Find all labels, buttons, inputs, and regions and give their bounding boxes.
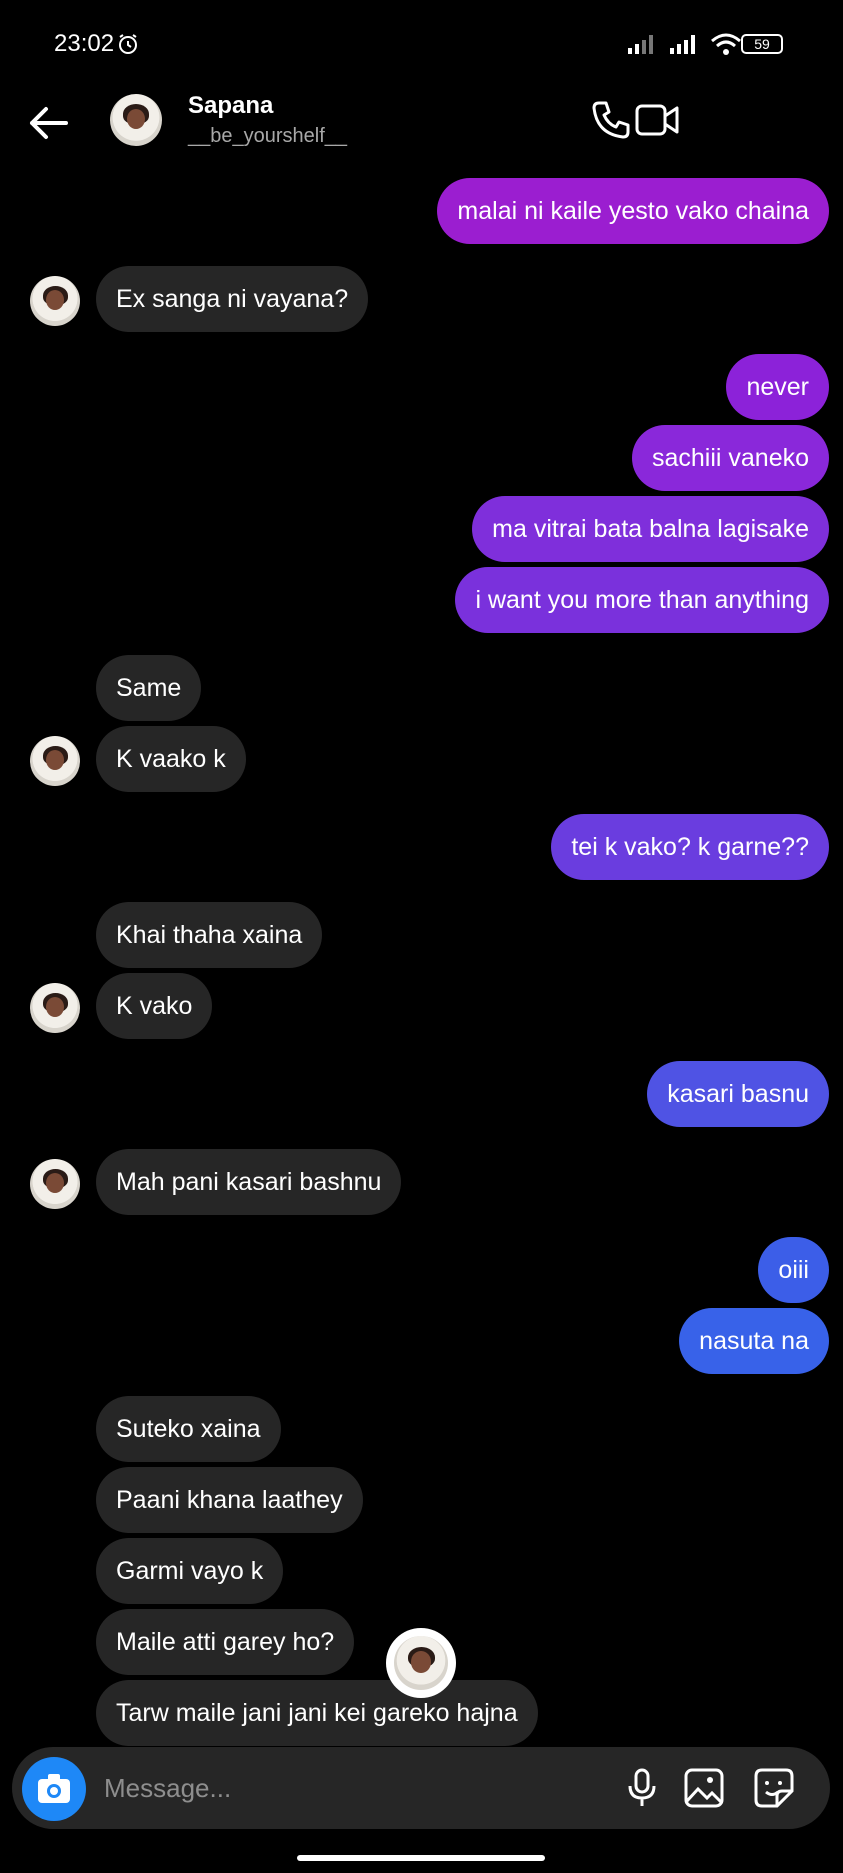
sent-message[interactable]: oiii [758, 1237, 829, 1303]
sent-message[interactable]: ma vitrai bata balna lagisake [472, 496, 829, 562]
received-message[interactable]: K vako [96, 973, 213, 1039]
voice-message-button[interactable] [622, 1767, 662, 1809]
signal-1-icon [628, 35, 653, 54]
arrow-left-icon [30, 107, 68, 139]
received-message[interactable]: Mah pani kasari bashnu [96, 1149, 402, 1215]
contact-name[interactable]: Sapana [188, 92, 273, 120]
contact-avatar[interactable] [110, 94, 162, 146]
received-message[interactable]: Maile atti garey ho? [96, 1609, 355, 1675]
received-message[interactable]: Paani khana laathey [96, 1467, 363, 1533]
microphone-icon [628, 1768, 656, 1806]
back-button[interactable] [26, 100, 72, 146]
sent-message[interactable]: never [726, 354, 829, 420]
seen-avatar [394, 1636, 448, 1690]
signal-2-icon [670, 35, 695, 54]
received-message[interactable]: Same [96, 655, 202, 721]
sent-message[interactable]: sachiii vaneko [631, 425, 829, 491]
home-indicator[interactable] [297, 1855, 545, 1861]
battery-indicator: 59 [741, 34, 783, 54]
image-icon [684, 1768, 724, 1808]
sent-message[interactable]: kasari basnu [647, 1061, 829, 1127]
camera-icon [38, 1774, 70, 1803]
camera-button[interactable] [22, 1757, 86, 1821]
message-composer[interactable]: Message... [12, 1747, 830, 1829]
wifi-icon [711, 33, 741, 55]
message-list[interactable]: malai ni kaile yesto vako chaina Ex sanga… [0, 170, 843, 1750]
sticker-icon [754, 1768, 794, 1808]
status-time: 23:02 [54, 30, 115, 57]
received-message[interactable]: Garmi vayo k [96, 1538, 284, 1604]
received-message[interactable]: Ex sanga ni vayana? [96, 266, 369, 332]
sent-message[interactable]: nasuta na [679, 1308, 829, 1374]
sent-message[interactable]: tei k vako? k garne?? [551, 814, 829, 880]
gallery-button[interactable] [682, 1767, 726, 1809]
sticker-button[interactable] [752, 1767, 796, 1809]
sent-message[interactable]: i want you more than anything [455, 567, 829, 633]
video-camera-icon [635, 104, 679, 136]
status-bar: 23:02 59 [0, 0, 843, 90]
sender-avatar[interactable] [30, 276, 80, 326]
phone-icon [592, 101, 630, 139]
voice-call-button[interactable] [589, 98, 633, 142]
contact-handle: __be_yourshelf__ [188, 125, 348, 147]
received-message[interactable]: K vaako k [96, 726, 246, 792]
battery-level: 59 [754, 36, 770, 52]
alarm-icon [116, 32, 140, 61]
received-message[interactable]: Khai thaha xaina [96, 902, 323, 968]
sender-avatar[interactable] [30, 1159, 80, 1209]
received-message[interactable]: Tarw maile jani jani kei gareko hajna [96, 1680, 538, 1746]
sender-avatar[interactable] [30, 983, 80, 1033]
sent-message[interactable]: malai ni kaile yesto vako chaina [437, 178, 829, 244]
video-call-button[interactable] [634, 98, 680, 142]
received-message[interactable]: Suteko xaina [96, 1396, 281, 1462]
seen-indicator [386, 1628, 456, 1698]
sender-avatar[interactable] [30, 736, 80, 786]
message-input[interactable]: Message... [104, 1773, 231, 1804]
signal-icons [626, 32, 742, 56]
